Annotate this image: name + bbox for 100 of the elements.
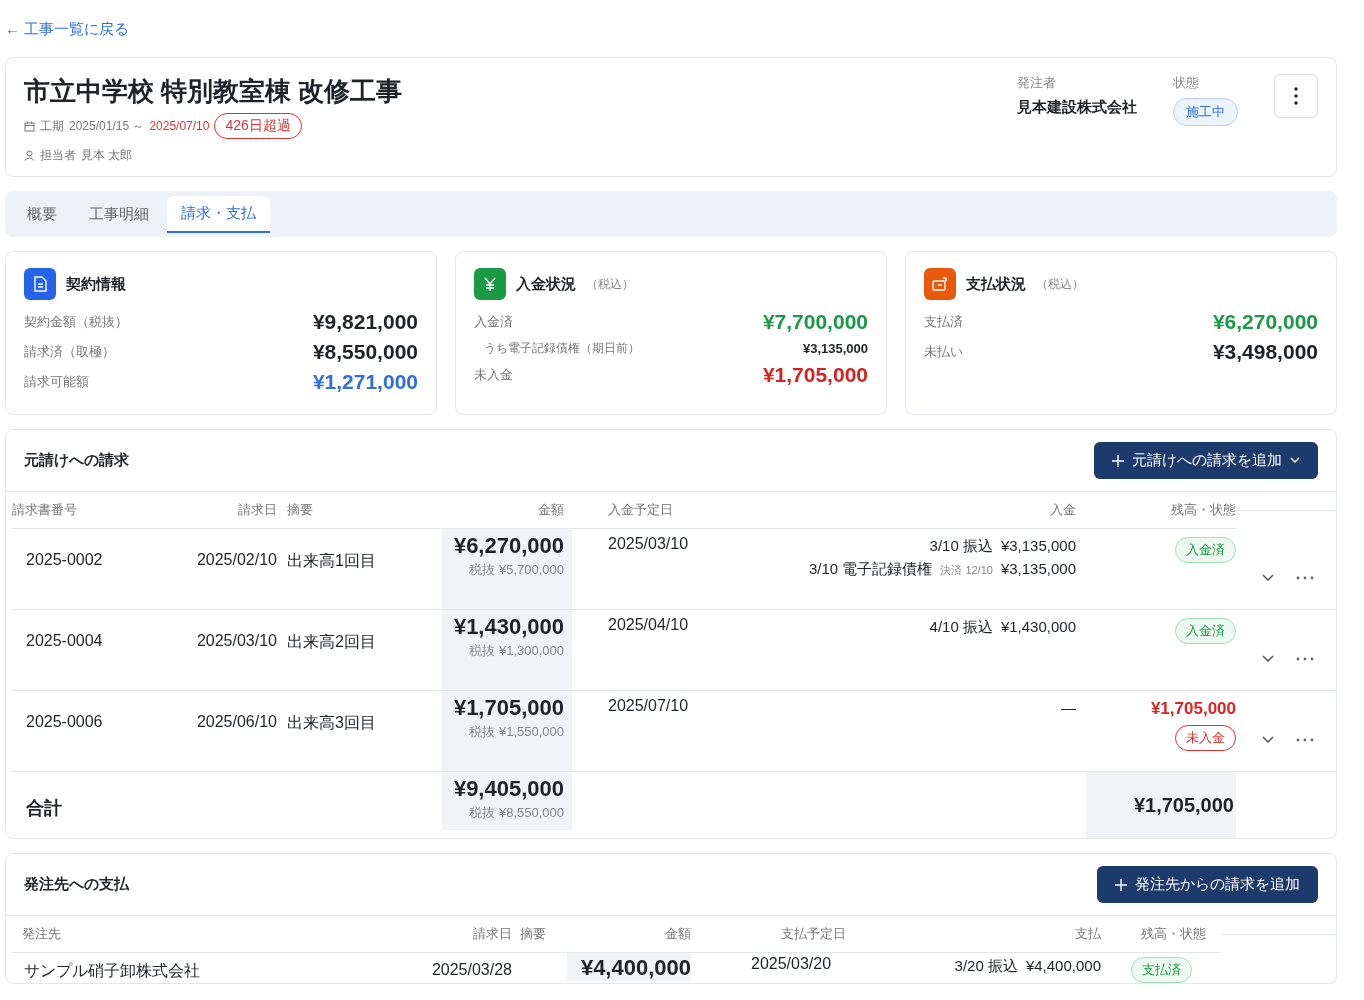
invoice-amount: ¥1,705,000 <box>453 695 564 721</box>
client-label: 発注者 <box>1017 74 1057 92</box>
invoice-number: 2025-0002 <box>12 529 162 610</box>
balance-amount: ¥1,705,000 <box>1150 699 1236 719</box>
column-header: 請求書番号 <box>12 492 162 529</box>
status-badge: 施工中 <box>1173 98 1238 126</box>
plus-icon <box>1115 878 1127 891</box>
amount-label: 支払済 <box>924 313 963 331</box>
chevron-down-icon[interactable] <box>1262 736 1274 744</box>
tab[interactable]: 請求・支払 <box>167 196 270 233</box>
period-start: 2025/01/15 ～ <box>69 117 145 135</box>
add-button[interactable]: 発注先からの請求を追加 <box>1097 866 1318 903</box>
tab[interactable]: 概要 <box>13 196 71 233</box>
section-title: 発注先への支払 <box>24 875 129 894</box>
amount-value: ¥6,270,000 <box>1212 310 1318 334</box>
chevron-down-icon[interactable] <box>1262 655 1274 663</box>
vendor-name: サンプル硝子卸株式会社 <box>23 961 201 981</box>
calendar-icon <box>24 120 35 132</box>
amount-value: ¥8,550,000 <box>312 340 418 364</box>
caret-icon <box>1290 457 1300 464</box>
total-amount: ¥9,405,000 <box>453 776 564 802</box>
settlement-note: 決済 12/10 <box>940 563 993 578</box>
payment-method: 3/20 振込 <box>954 957 1018 976</box>
invoice-amount: ¥1,430,000 <box>453 614 564 640</box>
status-badge: 入金済 <box>1175 618 1236 644</box>
amount-label: 契約金額（税抜） <box>24 313 128 331</box>
status-label: 状態 <box>1173 74 1200 92</box>
column-header: 残高・状態 <box>1076 492 1236 529</box>
invoice-amount: ¥6,270,000 <box>453 533 564 559</box>
amount-value: ¥3,135,000 <box>802 341 868 356</box>
plus-icon <box>1112 454 1124 467</box>
card-title: 契約情報 <box>66 274 126 294</box>
payment-amount: ¥3,135,000 <box>1000 560 1076 577</box>
total-excluding-tax: 税抜 ¥8,550,000 <box>469 804 564 822</box>
amount-label: 入金済 <box>474 313 513 331</box>
due-date: 2025/03/10 <box>572 529 752 610</box>
document-icon <box>24 268 56 300</box>
due-date: 2025/03/20 <box>750 954 833 973</box>
project-title: 市立中学校 特別教室棟 改修工事 <box>24 75 403 108</box>
column-header: 請求日 <box>162 492 277 529</box>
manager-name: 見本 太郎 <box>81 147 133 164</box>
more-icon[interactable] <box>1296 657 1314 661</box>
amount-value: ¥3,498,000 <box>1212 340 1318 364</box>
status-badge: 入金済 <box>1175 537 1236 563</box>
section-title: 元請けへの請求 <box>24 451 129 470</box>
payable-amount: ¥4,400,000 <box>580 955 691 981</box>
invoice-date: 2025/02/10 <box>162 529 277 610</box>
column-header: 支払 <box>851 916 1101 953</box>
tax-note: （税込） <box>586 275 634 293</box>
column-header: 摘要 <box>277 492 442 529</box>
column-header: 支払予定日 <box>691 916 851 953</box>
invoice-date: 2025/06/10 <box>162 691 277 772</box>
amount-excluding-tax: 税抜 ¥1,550,000 <box>469 723 564 741</box>
amount-value: ¥7,700,000 <box>762 310 868 334</box>
card-title: 支払状況 <box>966 274 1026 294</box>
amount-excluding-tax: 税抜 ¥1,300,000 <box>469 642 564 660</box>
amount-label: 請求済（取極） <box>24 343 115 361</box>
wallet-icon <box>924 268 956 300</box>
column-header: 請求日 <box>412 916 512 953</box>
invoice-number: 2025-0004 <box>12 610 162 691</box>
chevron-down-icon[interactable] <box>1262 574 1274 582</box>
card-title: 入金状況 <box>516 274 576 294</box>
amount-label: うち電子記録債権（期日前） <box>483 340 640 357</box>
tab[interactable]: 工事明細 <box>75 196 163 233</box>
column-header: 入金 <box>752 492 1076 529</box>
add-button[interactable]: 元請けへの請求を追加 <box>1094 442 1318 479</box>
back-link[interactable]: ← 工事一覧に戻る <box>5 20 130 39</box>
column-header: 摘要 <box>512 916 567 953</box>
amount-excluding-tax: 税抜 ¥5,700,000 <box>469 561 564 579</box>
status-badge: 支払済 <box>1130 957 1192 983</box>
invoice-date: 2025/03/28 <box>430 960 512 979</box>
period-label: 工期 <box>40 117 64 135</box>
invoice-date: 2025/03/10 <box>162 610 277 691</box>
payment-method: 4/10 振込 <box>929 618 993 637</box>
yen-icon <box>474 268 506 300</box>
amount-value: ¥1,271,000 <box>312 370 418 394</box>
tax-note: （税込） <box>1036 275 1084 293</box>
total-balance: ¥1,705,000 <box>1086 772 1236 838</box>
payment-amount: ¥3,135,000 <box>1000 537 1076 554</box>
manager-label: 担当者 <box>40 147 76 164</box>
amount-label: 未払い <box>924 343 963 361</box>
more-icon[interactable] <box>1296 576 1314 580</box>
payment-method: 3/10 振込 <box>929 537 993 556</box>
period-end: 2025/07/10 <box>149 119 210 133</box>
column-header: 入金予定日 <box>572 492 752 529</box>
payment-amount: ¥1,430,000 <box>1000 618 1076 635</box>
amount-value: ¥9,821,000 <box>312 310 418 334</box>
column-header: 残高・状態 <box>1101 916 1221 953</box>
amount-label: 未入金 <box>474 366 513 384</box>
due-date: 2025/04/10 <box>572 610 752 691</box>
payment-method: 3/10 電子記録債権 <box>808 560 933 579</box>
amount-value: ¥1,705,000 <box>762 363 868 387</box>
total-label: 合計 <box>25 797 63 820</box>
payment-amount: ¥4,400,000 <box>1025 957 1101 974</box>
person-icon <box>24 150 35 161</box>
column-header: 発注先 <box>12 916 412 953</box>
no-payment-dash: — <box>1061 699 1076 716</box>
client-name: 見本建設株式会社 <box>1017 98 1137 117</box>
more-icon[interactable] <box>1296 738 1314 742</box>
kebab-icon <box>1294 87 1298 105</box>
